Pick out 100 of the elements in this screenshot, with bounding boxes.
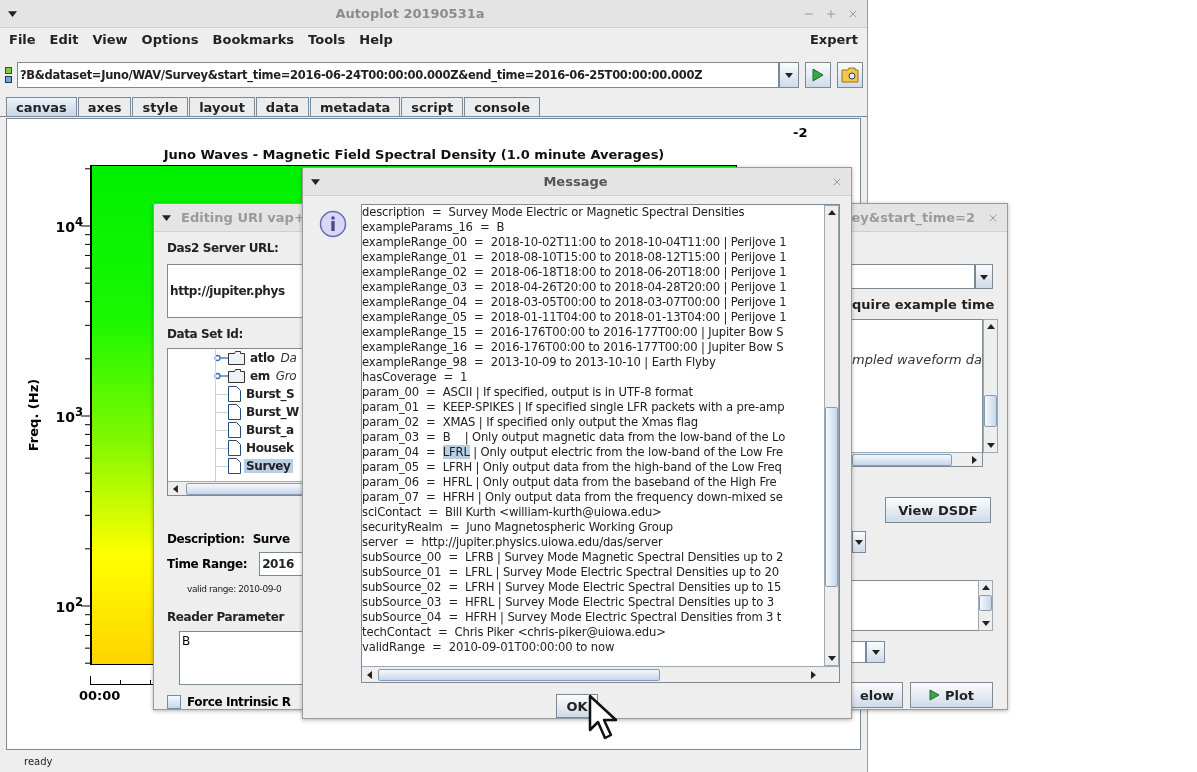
horizontal-scrollbar[interactable] (168, 481, 303, 495)
scroll-right-icon[interactable] (809, 670, 817, 679)
time-range-field[interactable]: 2016 (259, 552, 303, 576)
x-tick-label: 00:00 (79, 688, 121, 703)
server-url-field[interactable]: http://jupiter.phys (167, 264, 303, 318)
plot-title: Juno Waves - Magnetic Field Spectral Density (1.0 minute Averages) (162, 147, 666, 164)
menu-item[interactable]: Edit (49, 31, 79, 47)
vertical-scrollbar[interactable] (983, 319, 999, 453)
message-line: subSource_02 = LFRH | Survey Mode Electric Spectral Densities up to 15 (362, 580, 783, 595)
tree-item[interactable]: Housek (244, 441, 296, 455)
window-title: Autoplot 20190531a (334, 6, 486, 21)
message-line: exampleRange_16 = 2016-176T00:00 to 2016-177T00:00 | Jupiter Bow S (362, 340, 785, 355)
field-label: Data Set Id: (167, 326, 244, 342)
scroll-thumb[interactable] (825, 407, 838, 587)
message-line: exampleRange_02 = 2018-06-18T18:00 to 2018-06-20T18:00 | Perijove 1 (362, 265, 788, 280)
caret-icon[interactable] (785, 71, 793, 79)
file-icon (228, 458, 241, 474)
scroll-thumb[interactable] (984, 395, 998, 427)
scroll-down-icon[interactable] (827, 654, 836, 662)
checkbox-label: Force Intrinsic R (187, 695, 291, 709)
scroll-thumb[interactable] (185, 482, 303, 495)
go-button[interactable] (805, 62, 831, 88)
tab[interactable]: metadata (309, 97, 401, 116)
message-line: subSource_03 = HFRL | Survey Mode Electric Spectral Densities up to 3 (362, 595, 775, 610)
dropdown-button[interactable] (866, 641, 885, 663)
dropdown-field[interactable] (852, 264, 975, 289)
window-menu-icon[interactable] (162, 213, 171, 222)
info-icon (319, 210, 347, 238)
tree-item[interactable]: Burst_S (244, 387, 297, 401)
tab[interactable]: layout (189, 97, 255, 116)
message-line: subSource_00 = LFRB | Survey Mode Magnetic Spectral Densities up to 2 (362, 550, 785, 565)
message-line: exampleRange_98 = 2013-10-09 to 2013-10-10 | Earth Flyby (362, 355, 717, 370)
menu-item[interactable]: Tools (308, 31, 346, 47)
dropdown-button[interactable] (975, 264, 993, 289)
tab[interactable]: console (464, 97, 541, 116)
menu-item[interactable]: View (92, 31, 128, 47)
list-item[interactable]: mpled waveform da (852, 352, 983, 452)
checkbox[interactable] (167, 695, 181, 709)
colorbar-label: -2 (793, 125, 808, 140)
view-dsdf-button[interactable]: View DSDF (885, 497, 991, 523)
vertical-scrollbar[interactable] (978, 580, 993, 631)
tab[interactable]: style (132, 97, 189, 116)
tab[interactable]: canvas (6, 97, 77, 116)
plot-button[interactable]: Plot (910, 682, 993, 708)
tab[interactable]: script (401, 97, 464, 116)
message-line: server = http://jupiter.physics.uiowa.edu/das/server (362, 535, 664, 550)
tab[interactable]: data (255, 97, 309, 116)
dropdown-field[interactable] (852, 641, 866, 663)
menu-item[interactable]: File (9, 31, 36, 47)
plot-below-button[interactable]: elow (852, 682, 903, 708)
browse-button[interactable] (837, 62, 863, 88)
horizontal-scrollbar[interactable] (362, 666, 839, 682)
scroll-left-icon[interactable] (172, 484, 180, 493)
scroll-thumb[interactable] (979, 595, 992, 611)
scroll-down-icon[interactable] (981, 619, 990, 627)
field-label: Das2 Server URL: (167, 240, 280, 256)
caret-icon[interactable] (871, 648, 880, 656)
horizontal-scrollbar[interactable] (852, 452, 983, 466)
reader-parameters-field[interactable]: B (179, 631, 303, 685)
valid-range-text: valid range: 2010-09-0 (187, 584, 283, 594)
uri-dropdown-button[interactable] (779, 62, 799, 88)
tree-item[interactable]: Burst_a (244, 423, 296, 437)
menu-item[interactable]: Options (141, 31, 199, 47)
field-label: quire example time (852, 297, 995, 313)
expander-icon[interactable] (214, 372, 228, 380)
scroll-up-icon[interactable] (981, 584, 990, 592)
caret-icon[interactable] (855, 538, 863, 546)
scroll-left-icon[interactable] (366, 670, 374, 679)
scroll-up-icon[interactable] (986, 323, 995, 331)
message-line: hasCoverage = 1 (362, 370, 469, 385)
scroll-up-icon[interactable] (827, 209, 836, 217)
message-line: exampleRange_03 = 2018-04-26T20:00 to 2018-04-28T20:00 | Perijove 1 (362, 280, 788, 295)
text-field[interactable] (852, 580, 978, 631)
message-line: param_05 = LFRH | Only output data from the high-band of the Low Freq (362, 460, 783, 475)
vertical-scrollbar[interactable] (824, 205, 839, 666)
menu-item[interactable]: Expert (810, 31, 858, 47)
scroll-thumb[interactable] (852, 453, 952, 466)
message-line: exampleRange_15 = 2016-176T00:00 to 2016-177T00:00 | Jupiter Bow S (362, 325, 785, 340)
uri-field[interactable]: ?B&dataset=Juno/WAV/Survey&start_time=2016-06-24T00:00:00.000Z&end_time=2016-06-25T00:00:00.000Z (17, 62, 779, 88)
message-line: subSource_04 = HFRH | Survey Mode Electric Spectral Densities from 3 t (362, 610, 783, 625)
message-line: subSource_01 = LFRL | Survey Mode Electric Spectral Densities up to 20 (362, 565, 780, 580)
window-menu-icon[interactable] (8, 9, 17, 18)
scroll-thumb[interactable] (378, 668, 660, 681)
expander-icon[interactable] (214, 354, 228, 362)
message-line: param_06 = HFRL | Only output data from the baseband of the High Fre (362, 475, 778, 490)
window-menu-icon[interactable] (311, 177, 320, 186)
tree-item[interactable]: atlo (248, 351, 277, 365)
dialog-title: ey&start_time=2 (851, 210, 975, 225)
tree-item[interactable]: Burst_W (244, 405, 301, 419)
tree-item[interactable]: em (248, 369, 272, 383)
menu-item[interactable]: Help (359, 31, 393, 47)
scroll-down-icon[interactable] (986, 441, 995, 449)
dropdown-button[interactable] (852, 531, 866, 553)
caret-icon[interactable] (980, 272, 988, 281)
scroll-right-icon[interactable] (970, 455, 979, 464)
message-line: securityRealm = Juno Magnetospheric Working Group (362, 520, 675, 535)
tab[interactable]: axes (77, 97, 132, 116)
tree-item[interactable]: Survey (244, 459, 293, 473)
status-icon (4, 65, 14, 85)
menu-item[interactable]: Bookmarks (212, 31, 295, 47)
